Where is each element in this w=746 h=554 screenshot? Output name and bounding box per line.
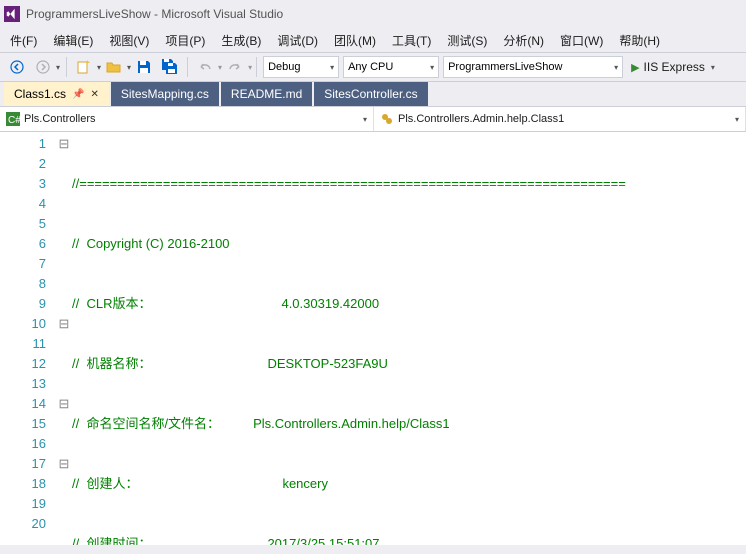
play-icon: ▶ <box>631 61 639 74</box>
run-button[interactable]: ▶IIS Express▾ <box>631 60 715 74</box>
tab-readme[interactable]: README.md <box>221 82 312 106</box>
nav-bar: C# Pls.Controllers▾ Pls.Controllers.Admi… <box>0 106 746 132</box>
platform-dropdown[interactable]: Any CPU▾ <box>343 56 439 78</box>
tab-class1[interactable]: Class1.cs📌✕ <box>4 82 109 106</box>
back-button[interactable] <box>5 55 29 79</box>
class-dropdown[interactable]: Pls.Controllers.Admin.help.Class1▾ <box>374 107 746 131</box>
close-icon[interactable]: ✕ <box>90 89 98 100</box>
titlebar: ProgrammersLiveShow - Microsoft Visual S… <box>0 0 746 28</box>
menu-build[interactable]: 生成(B) <box>213 30 269 51</box>
menu-help[interactable]: 帮助(H) <box>611 30 668 51</box>
fold-toggle[interactable]: ⊟ <box>56 454 72 474</box>
tab-sitesmapping[interactable]: SitesMapping.cs <box>111 82 219 106</box>
menu-view[interactable]: 视图(V) <box>101 30 157 51</box>
fold-toggle[interactable]: ⊟ <box>56 314 72 334</box>
namespace-dropdown[interactable]: C# Pls.Controllers▾ <box>0 107 374 131</box>
menu-file[interactable]: 件(F) <box>2 30 45 51</box>
undo-button[interactable] <box>193 55 217 79</box>
tab-sitescontroller[interactable]: SitesController.cs <box>314 82 427 106</box>
menu-debug[interactable]: 调试(D) <box>269 30 326 51</box>
separator <box>187 57 188 77</box>
menu-team[interactable]: 团队(M) <box>326 30 384 51</box>
save-button[interactable] <box>132 55 156 79</box>
open-dropdown-icon[interactable]: ▾ <box>127 63 131 72</box>
redo-button[interactable] <box>223 55 247 79</box>
fold-column: ⊟ ⊟ ⊟ ⊟ <box>56 132 72 545</box>
csharp-icon: C# <box>6 112 20 126</box>
undo-dropdown-icon[interactable]: ▾ <box>218 63 222 72</box>
nav-dropdown-icon[interactable]: ▾ <box>56 63 60 72</box>
new-dropdown-icon[interactable]: ▾ <box>97 63 101 72</box>
menu-analyze[interactable]: 分析(N) <box>495 30 552 51</box>
startup-dropdown[interactable]: ProgrammersLiveShow▾ <box>443 56 623 78</box>
menu-test[interactable]: 测试(S) <box>439 30 495 51</box>
forward-button[interactable] <box>31 55 55 79</box>
vs-logo-icon <box>4 6 20 22</box>
document-tabs: Class1.cs📌✕ SitesMapping.cs README.md Si… <box>0 82 746 106</box>
fold-toggle[interactable]: ⊟ <box>56 394 72 414</box>
code-editor[interactable]: 1234567891011121314151617181920 ⊟ ⊟ ⊟ ⊟ … <box>0 132 746 545</box>
open-button[interactable] <box>102 55 126 79</box>
pin-icon[interactable]: 📌 <box>72 89 84 100</box>
menu-edit[interactable]: 编辑(E) <box>45 30 101 51</box>
menubar: 件(F) 编辑(E) 视图(V) 项目(P) 生成(B) 调试(D) 团队(M)… <box>0 28 746 52</box>
redo-dropdown-icon[interactable]: ▾ <box>248 63 252 72</box>
separator <box>66 57 67 77</box>
fold-toggle[interactable]: ⊟ <box>56 134 72 154</box>
toolbar: ▾ ▾ ▾ ▾ ▾ Debug▾ Any CPU▾ ProgrammersLiv… <box>0 52 746 82</box>
svg-text:C#: C# <box>8 115 20 126</box>
code-content[interactable]: //======================================… <box>72 132 746 545</box>
new-item-button[interactable] <box>72 55 96 79</box>
separator <box>256 57 257 77</box>
menu-project[interactable]: 项目(P) <box>157 30 213 51</box>
menu-window[interactable]: 窗口(W) <box>552 30 611 51</box>
window-title: ProgrammersLiveShow - Microsoft Visual S… <box>26 7 283 21</box>
config-dropdown[interactable]: Debug▾ <box>263 56 339 78</box>
line-numbers: 1234567891011121314151617181920 <box>0 132 56 545</box>
save-all-button[interactable] <box>158 55 182 79</box>
menu-tools[interactable]: 工具(T) <box>384 30 439 51</box>
class-icon <box>380 112 394 126</box>
